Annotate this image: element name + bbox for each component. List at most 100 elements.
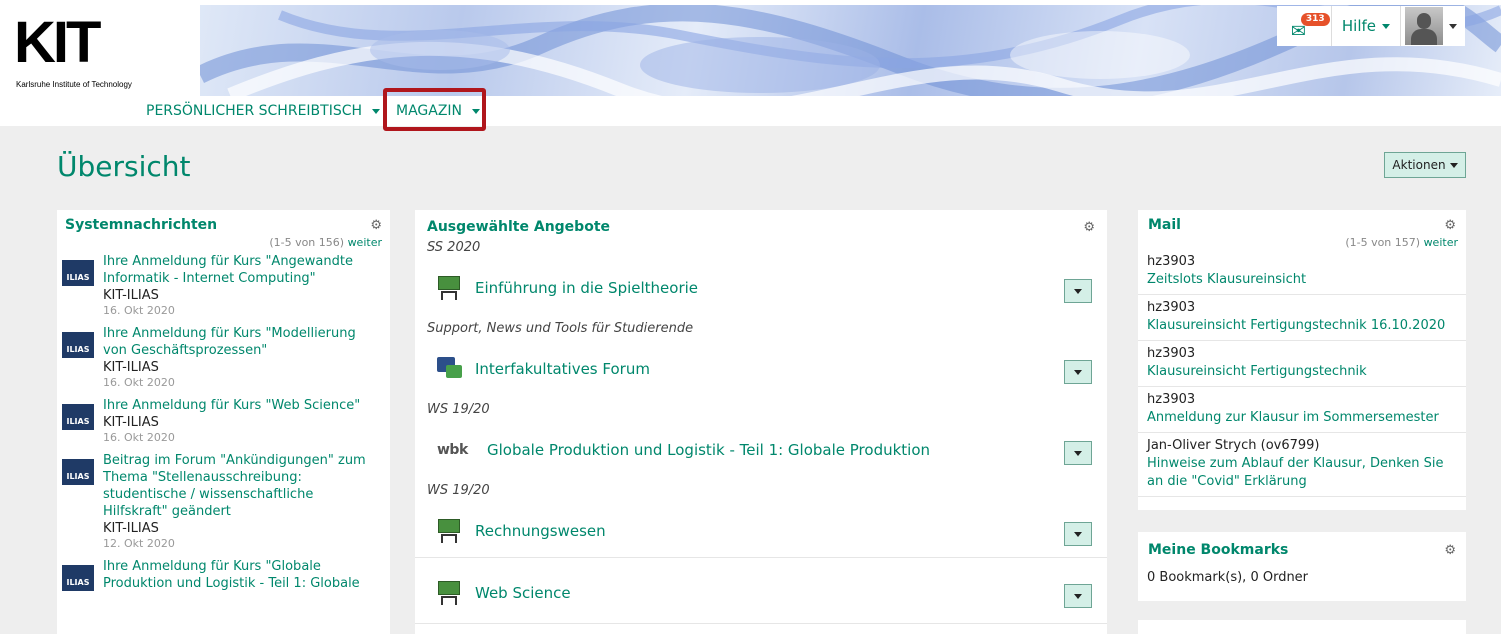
kit-logo-text: KIT [14, 10, 101, 75]
system-message-date: 16. Okt 2020 [103, 376, 175, 389]
offer-title-link[interactable]: Rechnungswesen [475, 522, 606, 540]
bookmarks-summary: 0 Bookmark(s), 0 Ordner [1147, 570, 1309, 585]
system-message-body: Ihre Anmeldung für Kurs "Web Science" KIT… [103, 397, 360, 445]
mail-notification[interactable]: ✉ 313 [1277, 6, 1331, 46]
menu-personal-desk[interactable]: PERSÖNLICHER SCHREIBTISCH [146, 96, 381, 126]
forum-icon [437, 356, 463, 382]
system-message-item[interactable]: ILIAS Beitrag im Forum "Ankündigungen" zu… [57, 448, 390, 554]
system-message-item[interactable]: ILIAS Ihre Anmeldung für Kurs "Web Scienc… [57, 393, 390, 448]
system-messages-pager: (1-5 von 156) weiter [57, 236, 390, 249]
chevron-down-icon [1382, 23, 1390, 29]
system-messages-panel: Systemnachrichten ⚙ (1-5 von 156) weiter… [57, 210, 390, 634]
mail-sender: hz3903 [1147, 346, 1196, 361]
user-menu[interactable] [1400, 6, 1465, 46]
system-message-source: KIT-ILIAS [103, 360, 159, 375]
system-message-body: Ihre Anmeldung für Kurs "Globale Produkt… [103, 558, 382, 592]
actions-button[interactable]: Aktionen [1384, 152, 1466, 178]
system-message-title[interactable]: Ihre Anmeldung für Kurs "Angewandte Info… [103, 253, 382, 287]
offer-group-label: WS 19/20 [427, 402, 490, 417]
system-messages-list: ILIAS Ihre Anmeldung für Kurs "Angewandte… [57, 249, 390, 595]
gear-icon[interactable]: ⚙ [1444, 218, 1456, 233]
system-message-title[interactable]: Beitrag im Forum "Ankündigungen" zum The… [103, 452, 382, 520]
ilias-logo-icon: ILIAS [62, 565, 94, 591]
ilias-logo-icon: ILIAS [62, 332, 94, 358]
system-message-item[interactable]: ILIAS Ihre Anmeldung für Kurs "Angewandte… [57, 249, 390, 321]
pager-range: (1-5 von 157) [1345, 236, 1421, 249]
ilias-logo-icon: ILIAS [62, 459, 94, 485]
offer-item: Interfakultatives Forum [415, 338, 1107, 400]
actions-button-label: Aktionen [1392, 158, 1446, 172]
chevron-down-icon [1449, 162, 1458, 168]
menu-personal-desk-label: PERSÖNLICHER SCHREIBTISCH [146, 103, 363, 119]
system-message-source: KIT-ILIAS [103, 521, 159, 536]
mail-item[interactable]: Jan-Oliver Strych (ov6799) Hinweise zum A… [1138, 433, 1466, 497]
system-message-source: KIT-ILIAS [103, 288, 159, 303]
mail-panel: Mail ⚙ (1-5 von 157) weiter hz3903 Zeitsl… [1138, 210, 1466, 510]
header: KIT Karlsruhe Institute of Technology ✉ … [0, 0, 1501, 96]
mail-subject-link[interactable]: Zeitslots Klausureinsicht [1147, 271, 1457, 289]
chevron-down-icon [372, 108, 381, 114]
offer-actions-dropdown[interactable] [1064, 441, 1092, 465]
system-message-title[interactable]: Ihre Anmeldung für Kurs "Modellierung vo… [103, 325, 382, 359]
system-message-body: Ihre Anmeldung für Kurs "Angewandte Info… [103, 253, 382, 318]
system-message-date: 16. Okt 2020 [103, 431, 175, 444]
gear-icon[interactable]: ⚙ [370, 218, 382, 233]
mail-sender: hz3903 [1147, 300, 1196, 315]
course-board-icon [437, 518, 463, 544]
gear-icon[interactable]: ⚙ [1444, 543, 1456, 558]
mail-item[interactable]: hz3903 Klausureinsicht Fertigungstechnik [1138, 341, 1466, 387]
chevron-down-icon [1074, 450, 1082, 456]
magazin-highlight-box [383, 88, 486, 131]
main-menu: PERSÖNLICHER SCHREIBTISCH MAGAZIN [0, 96, 1501, 126]
mail-sender: hz3903 [1147, 254, 1196, 269]
mail-item[interactable]: hz3903 Zeitslots Klausureinsicht [1138, 249, 1466, 295]
offer-item: Einführung in die Spieltheorie [415, 257, 1107, 319]
mail-subject-link[interactable]: Klausureinsicht Fertigungstechnik [1147, 363, 1457, 381]
offer-item: wbk Globale Produktion und Logistik - Tei… [415, 419, 1107, 481]
mail-subject-link[interactable]: Anmeldung zur Klausur im Sommersemester [1147, 409, 1457, 427]
help-menu[interactable]: Hilfe [1330, 6, 1400, 46]
ilias-logo-icon: ILIAS [62, 404, 94, 430]
chevron-down-icon [1074, 369, 1082, 375]
offer-actions-dropdown[interactable] [1064, 360, 1092, 384]
system-message-item[interactable]: ILIAS Ihre Anmeldung für Kurs "Globale Pr… [57, 554, 390, 595]
mail-list: hz3903 Zeitslots Klausureinsicht hz3903 Kla… [1138, 249, 1466, 497]
course-board-icon [437, 580, 463, 606]
system-message-date: 16. Okt 2020 [103, 304, 175, 317]
pager-range: (1-5 von 156) [269, 236, 345, 249]
offer-actions-dropdown[interactable] [1064, 522, 1092, 546]
bookmarks-header: Meine Bookmarks ⚙ [1138, 532, 1466, 568]
mail-title: Mail [1148, 217, 1181, 233]
ilias-logo-icon: ILIAS [62, 260, 94, 286]
offer-group-label: WS 19/20 [427, 483, 490, 498]
offers-list: SS 2020 Einführung in die Spieltheorie Sup… [415, 238, 1107, 624]
page-title: Übersicht [57, 150, 191, 183]
system-message-body: Ihre Anmeldung für Kurs "Modellierung vo… [103, 325, 382, 390]
pager-next-link[interactable]: weiter [348, 236, 382, 249]
help-label: Hilfe [1341, 17, 1376, 35]
additional-panel [1138, 620, 1466, 634]
kit-logo[interactable]: KIT Karlsruhe Institute of Technology [14, 8, 184, 89]
system-message-title[interactable]: Ihre Anmeldung für Kurs "Globale Produkt… [103, 558, 382, 592]
offer-title-link[interactable]: Web Science [475, 584, 571, 602]
mail-item[interactable]: hz3903 Klausureinsicht Fertigungstechnik … [1138, 295, 1466, 341]
mail-subject-link[interactable]: Klausureinsicht Fertigungstechnik 16.10.… [1147, 317, 1457, 335]
mail-sender: hz3903 [1147, 392, 1196, 407]
offer-group-label: Support, News und Tools für Studierende [427, 321, 694, 336]
pager-next-link[interactable]: weiter [1424, 236, 1458, 249]
offer-actions-dropdown[interactable] [1064, 584, 1092, 608]
system-message-item[interactable]: ILIAS Ihre Anmeldung für Kurs "Modellieru… [57, 321, 390, 393]
offer-title-link[interactable]: Einführung in die Spieltheorie [475, 279, 698, 297]
offer-item: Web Science [415, 562, 1107, 624]
mail-subject-link[interactable]: Hinweise zum Ablauf der Klausur, Denken … [1147, 455, 1457, 491]
chevron-down-icon [1074, 531, 1082, 537]
offer-title-link[interactable]: Globale Produktion und Logistik - Teil 1… [487, 441, 930, 459]
offer-title-link[interactable]: Interfakultatives Forum [475, 360, 650, 378]
wbk-logo-icon: wbk [437, 442, 468, 458]
system-messages-title: Systemnachrichten [65, 217, 218, 233]
mail-item[interactable]: hz3903 Anmeldung zur Klausur im Sommersem… [1138, 387, 1466, 433]
gear-icon[interactable]: ⚙ [1083, 220, 1095, 235]
selected-offers-panel: Ausgewählte Angebote ⚙ SS 2020 Einführung… [415, 210, 1107, 634]
system-message-title[interactable]: Ihre Anmeldung für Kurs "Web Science" [103, 397, 360, 414]
offer-actions-dropdown[interactable] [1064, 279, 1092, 303]
